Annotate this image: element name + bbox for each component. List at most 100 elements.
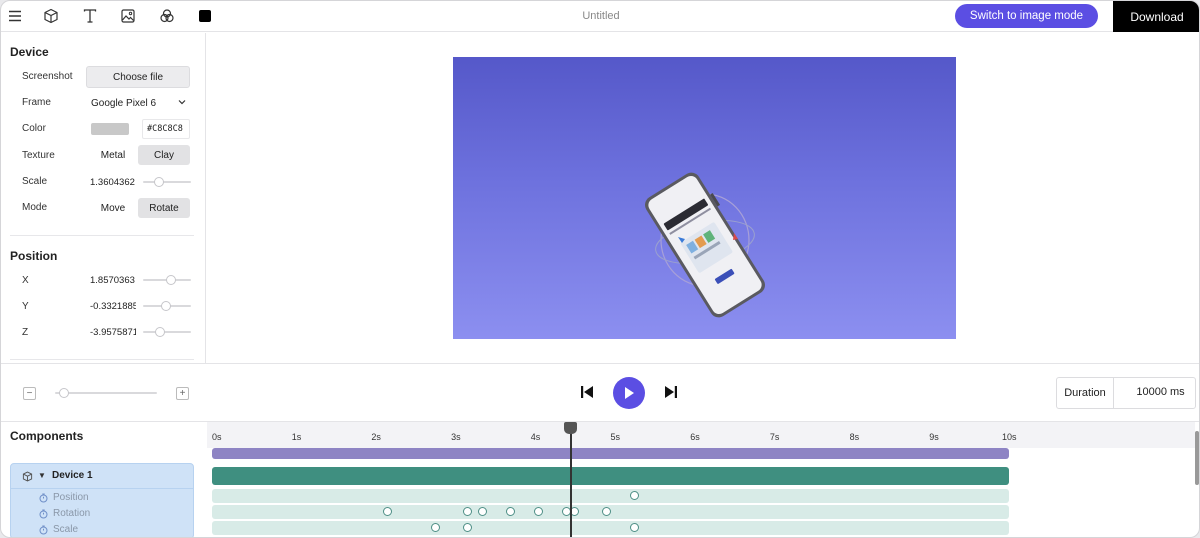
mode-rotate-option[interactable]: Rotate — [138, 198, 190, 218]
menu-icon[interactable] — [6, 7, 24, 25]
skip-forward-icon — [665, 386, 677, 398]
scene-track-bar[interactable] — [212, 448, 1009, 459]
texture-metal-option[interactable]: Metal — [87, 145, 139, 165]
screenshot-label: Screenshot — [22, 71, 73, 82]
duration-unit: ms — [1170, 386, 1185, 398]
frame-label: Frame — [22, 97, 51, 108]
y-input[interactable]: -0.3321885 — [86, 296, 136, 316]
keyframe-rotation[interactable] — [382, 507, 392, 516]
ruler-tick-label: 5s — [610, 432, 621, 442]
mode-label: Mode — [22, 202, 48, 213]
zoom-in-button[interactable]: + — [176, 387, 189, 400]
switch-to-image-mode-button[interactable]: Switch to image mode — [955, 4, 1098, 28]
phone-mockup — [645, 172, 765, 318]
ruler-tick-label: 7s — [769, 432, 780, 442]
ruler-tick-label: 2s — [371, 432, 381, 442]
x-input[interactable]: 1.8570363 — [86, 270, 136, 290]
keyframe-scale[interactable] — [430, 523, 440, 532]
z-input[interactable]: -3.9575871 — [86, 322, 136, 342]
track-position-item[interactable]: Position — [39, 492, 89, 503]
frame-select[interactable]: Google Pixel 6 — [86, 93, 190, 113]
duration-label: Duration — [1057, 378, 1114, 408]
filter-icon[interactable] — [158, 7, 176, 25]
z-label: Z — [22, 327, 29, 338]
components-title: Components — [10, 429, 84, 443]
device-1-label: Device 1 — [52, 470, 93, 481]
position-section-title: Position — [10, 249, 58, 263]
stopwatch-icon — [39, 509, 48, 518]
duration-input[interactable]: 10000 — [1127, 386, 1167, 398]
keyframe-scale[interactable] — [629, 523, 639, 532]
y-slider[interactable] — [143, 301, 191, 311]
device-1-header[interactable]: ▼ Device 1 — [11, 464, 193, 489]
track-rotation-item[interactable]: Rotation — [39, 508, 90, 519]
zoom-out-button[interactable]: − — [23, 387, 36, 400]
top-toolbar: Untitled Switch to image mode Download — [1, 1, 1199, 32]
skip-back-icon — [581, 386, 593, 398]
timeline-zoom-slider[interactable] — [55, 388, 157, 398]
y-label: Y — [22, 301, 29, 312]
play-icon — [625, 387, 634, 399]
choose-file-button[interactable]: Choose file — [86, 66, 190, 88]
z-slider[interactable] — [143, 327, 191, 337]
color-hex-input[interactable]: #C8C8C8 — [142, 119, 190, 139]
ruler-tick-label: 4s — [530, 432, 541, 442]
track-scale-label: Scale — [53, 524, 79, 535]
ruler-tick-label: 6s — [690, 432, 700, 442]
section-divider — [10, 235, 194, 236]
cube-icon[interactable] — [42, 7, 60, 25]
ruler-tick-label: 1s — [291, 432, 302, 442]
playhead-handle[interactable] — [564, 422, 578, 434]
chevron-down-icon — [177, 97, 187, 110]
mode-move-option[interactable]: Move — [87, 198, 139, 218]
download-button[interactable]: Download — [1113, 1, 1199, 32]
app-window: Untitled Switch to image mode Download D… — [0, 0, 1200, 538]
track-rotation-label: Rotation — [53, 508, 91, 519]
x-label: X — [22, 275, 29, 286]
skip-to-start-button[interactable] — [579, 384, 595, 400]
position-track[interactable] — [212, 489, 1009, 503]
stopwatch-icon — [39, 493, 48, 502]
text-icon[interactable] — [81, 7, 99, 25]
keyframe-rotation[interactable] — [462, 507, 472, 516]
device-track-bar[interactable] — [212, 467, 1009, 485]
playback-controls: − + Duration 10000 ms — [1, 363, 1199, 422]
timeline-ruler[interactable]: 0s 1s 2s 3s 4s 5s 6s 7s 8s 9s 10s — [207, 422, 1195, 448]
scale-track[interactable] — [212, 521, 1009, 535]
scale-input[interactable]: 1.3604362 — [86, 172, 136, 192]
track-position-label: Position — [53, 492, 89, 503]
x-slider[interactable] — [143, 275, 191, 285]
play-button[interactable] — [613, 377, 645, 409]
color-swatch-icon[interactable] — [196, 7, 214, 25]
keyframe-scale[interactable] — [462, 523, 472, 532]
scale-slider[interactable] — [143, 177, 191, 187]
playhead-line — [569, 428, 572, 537]
ruler-tick-label: 3s — [451, 432, 461, 442]
document-title: Untitled — [582, 10, 620, 22]
device-section-title: Device — [10, 45, 49, 59]
scale-label: Scale — [22, 176, 48, 187]
texture-clay-option[interactable]: Clay — [138, 145, 190, 165]
keyframe-position[interactable] — [629, 491, 639, 500]
frame-select-value: Google Pixel 6 — [91, 97, 157, 109]
collapse-arrow-icon[interactable]: ▼ — [38, 471, 46, 480]
component-device-1[interactable]: ▼ Device 1 Position Rotation Scale — [10, 463, 194, 537]
color-swatch[interactable] — [91, 123, 129, 135]
track-scale-item[interactable]: Scale — [39, 524, 78, 535]
ruler-tick-label: 10s — [1002, 432, 1017, 442]
duration-field: Duration 10000 ms — [1056, 377, 1196, 409]
cube-icon — [22, 471, 33, 485]
texture-label: Texture — [22, 150, 55, 161]
keyframe-rotation[interactable] — [602, 507, 611, 516]
stopwatch-icon — [39, 525, 48, 534]
vertical-scrollbar[interactable] — [1195, 431, 1199, 485]
section-divider — [10, 359, 194, 360]
ruler-tick-label: 8s — [849, 432, 860, 442]
color-label: Color — [22, 123, 46, 134]
preview-canvas[interactable] — [453, 57, 956, 339]
skip-to-end-button[interactable] — [663, 384, 679, 400]
image-icon[interactable] — [119, 7, 137, 25]
ruler-tick-label: 9s — [929, 432, 939, 442]
ruler-tick-label: 0s — [212, 432, 222, 442]
properties-panel: Device Screenshot Choose file Frame Goog… — [1, 33, 206, 363]
